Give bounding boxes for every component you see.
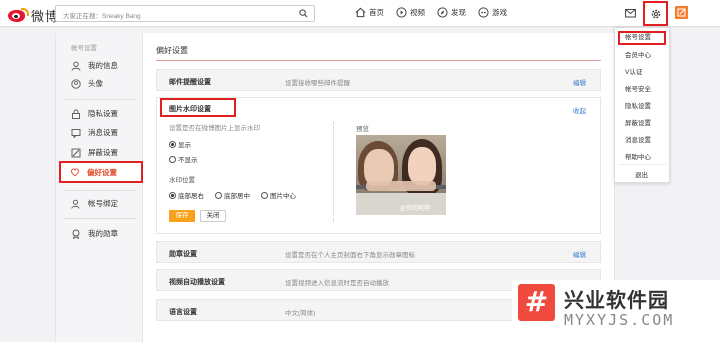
search-input[interactable]: 大家正在搜：Sneaky Bang [55, 5, 315, 22]
menu-item-help[interactable]: 帮助中心 [625, 151, 651, 161]
menu-item-message[interactable]: 消息设置 [625, 134, 651, 144]
radio-label: 显示 [178, 142, 191, 149]
user-link-icon [71, 199, 80, 209]
sidebar-item-label: 隐私设置 [88, 109, 118, 118]
sidebar-item-avatar[interactable]: 头像 [71, 78, 103, 89]
preview-watermark-text: @你的昵称 [400, 206, 431, 212]
sidebar-item-label: 帐号绑定 [88, 199, 118, 208]
sidebar-item-label: 我的勋章 [88, 229, 118, 238]
row-label: 视频自动播放设置 [169, 279, 225, 286]
save-button[interactable]: 保存 [169, 210, 195, 222]
radio-bottom-center[interactable]: 底部居中 [215, 190, 250, 200]
radio-label: 不显示 [178, 157, 198, 164]
logo-char: # [524, 285, 549, 318]
home-icon [355, 7, 366, 18]
edit-link[interactable]: 编辑 [573, 249, 586, 259]
position-label: 水印位置 [169, 177, 195, 184]
search-placeholder: 大家正在搜：Sneaky Bang [63, 13, 141, 20]
sidebar-item-label: 偏好设置 [87, 167, 117, 177]
banner-title: 兴业软件园 [564, 288, 669, 312]
settings-dropdown: 帐号设置 会员中心 V认证 帐号安全 隐私设置 屏蔽设置 消息设置 帮助中心 退… [614, 27, 670, 183]
radio-label: 底部居中 [224, 193, 250, 200]
medal-settings-row: 勋章设置 设置是否在个人主页封面右下角显示勋章图标 编辑 [156, 241, 601, 263]
nav-game-label: 游戏 [492, 8, 507, 17]
menu-item-security[interactable]: 帐号安全 [625, 83, 651, 93]
radio-bottom-right[interactable]: 底部居右 [169, 190, 204, 200]
row-label: 勋章设置 [169, 251, 197, 258]
collapse-link[interactable]: 收起 [573, 105, 586, 115]
sidebar-item-label: 我的信息 [88, 61, 118, 70]
sidebar-item-my-info[interactable]: 我的信息 [71, 60, 118, 71]
mail-icon[interactable] [625, 8, 636, 18]
video-icon [396, 7, 407, 18]
watermark-label-highlight: 图片水印设置 [160, 98, 236, 117]
sidebar-item-block[interactable]: 屏蔽设置 [71, 147, 118, 158]
sidebar-item-preferences[interactable]: 偏好设置 [59, 161, 143, 183]
sidebar-item-medal[interactable]: 我的勋章 [71, 228, 118, 239]
gear-icon [651, 9, 661, 19]
user-icon [71, 61, 81, 71]
block-icon [71, 148, 81, 157]
row-desc: 设置接收哪些邮件提醒 [285, 80, 350, 87]
menu-item-privacy[interactable]: 隐私设置 [625, 100, 651, 110]
hash-logo-icon: # [518, 284, 555, 321]
avatar-icon [71, 78, 81, 89]
settings-button[interactable] [643, 1, 668, 26]
page-title: 偏好设置 [156, 46, 188, 55]
radio-show[interactable]: 显示 [169, 139, 191, 149]
radio-label: 图片中心 [270, 193, 296, 200]
lock-icon [72, 109, 80, 119]
weibo-logo[interactable]: 微博 [8, 6, 59, 25]
radio-label: 底部居右 [178, 193, 204, 200]
radio-hide[interactable]: 不显示 [169, 154, 198, 164]
sidebar-item-binding[interactable]: 帐号绑定 [71, 198, 118, 209]
message-icon [71, 128, 81, 138]
preview-image: @你的昵称 [356, 135, 446, 215]
row-desc: 设置是否在个人主页封面右下角显示勋章图标 [285, 252, 415, 259]
radio-image-center[interactable]: 图片中心 [261, 190, 296, 200]
compass-icon [437, 7, 448, 18]
menu-item-vip[interactable]: 会员中心 [625, 49, 651, 59]
sidebar-item-label: 头像 [88, 79, 103, 88]
gamepad-icon [478, 7, 489, 18]
sidebar-header: 帐号设置 [71, 45, 97, 52]
row-desc: 中文(简体) [285, 310, 316, 317]
watermark-label: 图片水印设置 [169, 106, 211, 113]
main-nav: 首页 视频 发现 游戏 [355, 7, 519, 18]
preview-label: 预览 [356, 126, 369, 133]
menu-item-verify[interactable]: V认证 [625, 66, 642, 76]
site-watermark-banner: # 兴业软件园 MYXYJS.COM [512, 280, 720, 342]
edit-icon [677, 8, 686, 17]
row-label: 语言设置 [169, 309, 197, 316]
nav-discover-label: 发现 [451, 8, 466, 17]
medal-icon [72, 229, 80, 239]
row-desc: 设置视频进入信息流时是否自动播放 [285, 280, 389, 287]
sidebar-item-label: 屏蔽设置 [88, 148, 118, 157]
nav-item-home[interactable]: 首页 [355, 7, 384, 18]
sidebar: 帐号设置 我的信息 头像 隐私设置 消息设置 屏蔽设置 偏好设置 帐号绑定 我的… [56, 33, 143, 342]
menu-item-logout[interactable]: 退出 [635, 169, 648, 179]
watermark-question: 设置是否在微博图片上显示水印 [169, 125, 260, 132]
sidebar-item-label: 消息设置 [88, 128, 118, 137]
weibo-eye-icon [8, 8, 29, 23]
row-label: 邮件提醒设置 [169, 79, 211, 86]
banner-url: MYXYJS.COM [564, 311, 675, 329]
search-icon[interactable] [299, 9, 308, 18]
top-bar: 微博 大家正在搜：Sneaky Bang 首页 视频 发现 游戏 [0, 0, 720, 27]
mail-settings-row: 邮件提醒设置 设置接收哪些邮件提醒 编辑 [156, 69, 601, 91]
nav-item-video[interactable]: 视频 [396, 7, 425, 18]
watermark-settings-panel: 图片水印设置 收起 设置是否在微博图片上显示水印 显示 不显示 水印位置 底部居… [156, 97, 601, 234]
edit-link[interactable]: 编辑 [573, 77, 586, 87]
nav-item-game[interactable]: 游戏 [478, 7, 507, 18]
menu-item-account-settings[interactable]: 帐号设置 [618, 31, 666, 45]
compose-button[interactable] [675, 6, 688, 19]
heart-icon [71, 168, 79, 177]
sidebar-item-message[interactable]: 消息设置 [71, 127, 118, 138]
nav-video-label: 视频 [410, 8, 425, 17]
close-button[interactable]: 关闭 [200, 210, 226, 222]
nav-item-discover[interactable]: 发现 [437, 7, 466, 18]
menu-item-block[interactable]: 屏蔽设置 [625, 117, 651, 127]
nav-home-label: 首页 [369, 8, 384, 17]
sidebar-item-privacy[interactable]: 隐私设置 [71, 108, 118, 119]
